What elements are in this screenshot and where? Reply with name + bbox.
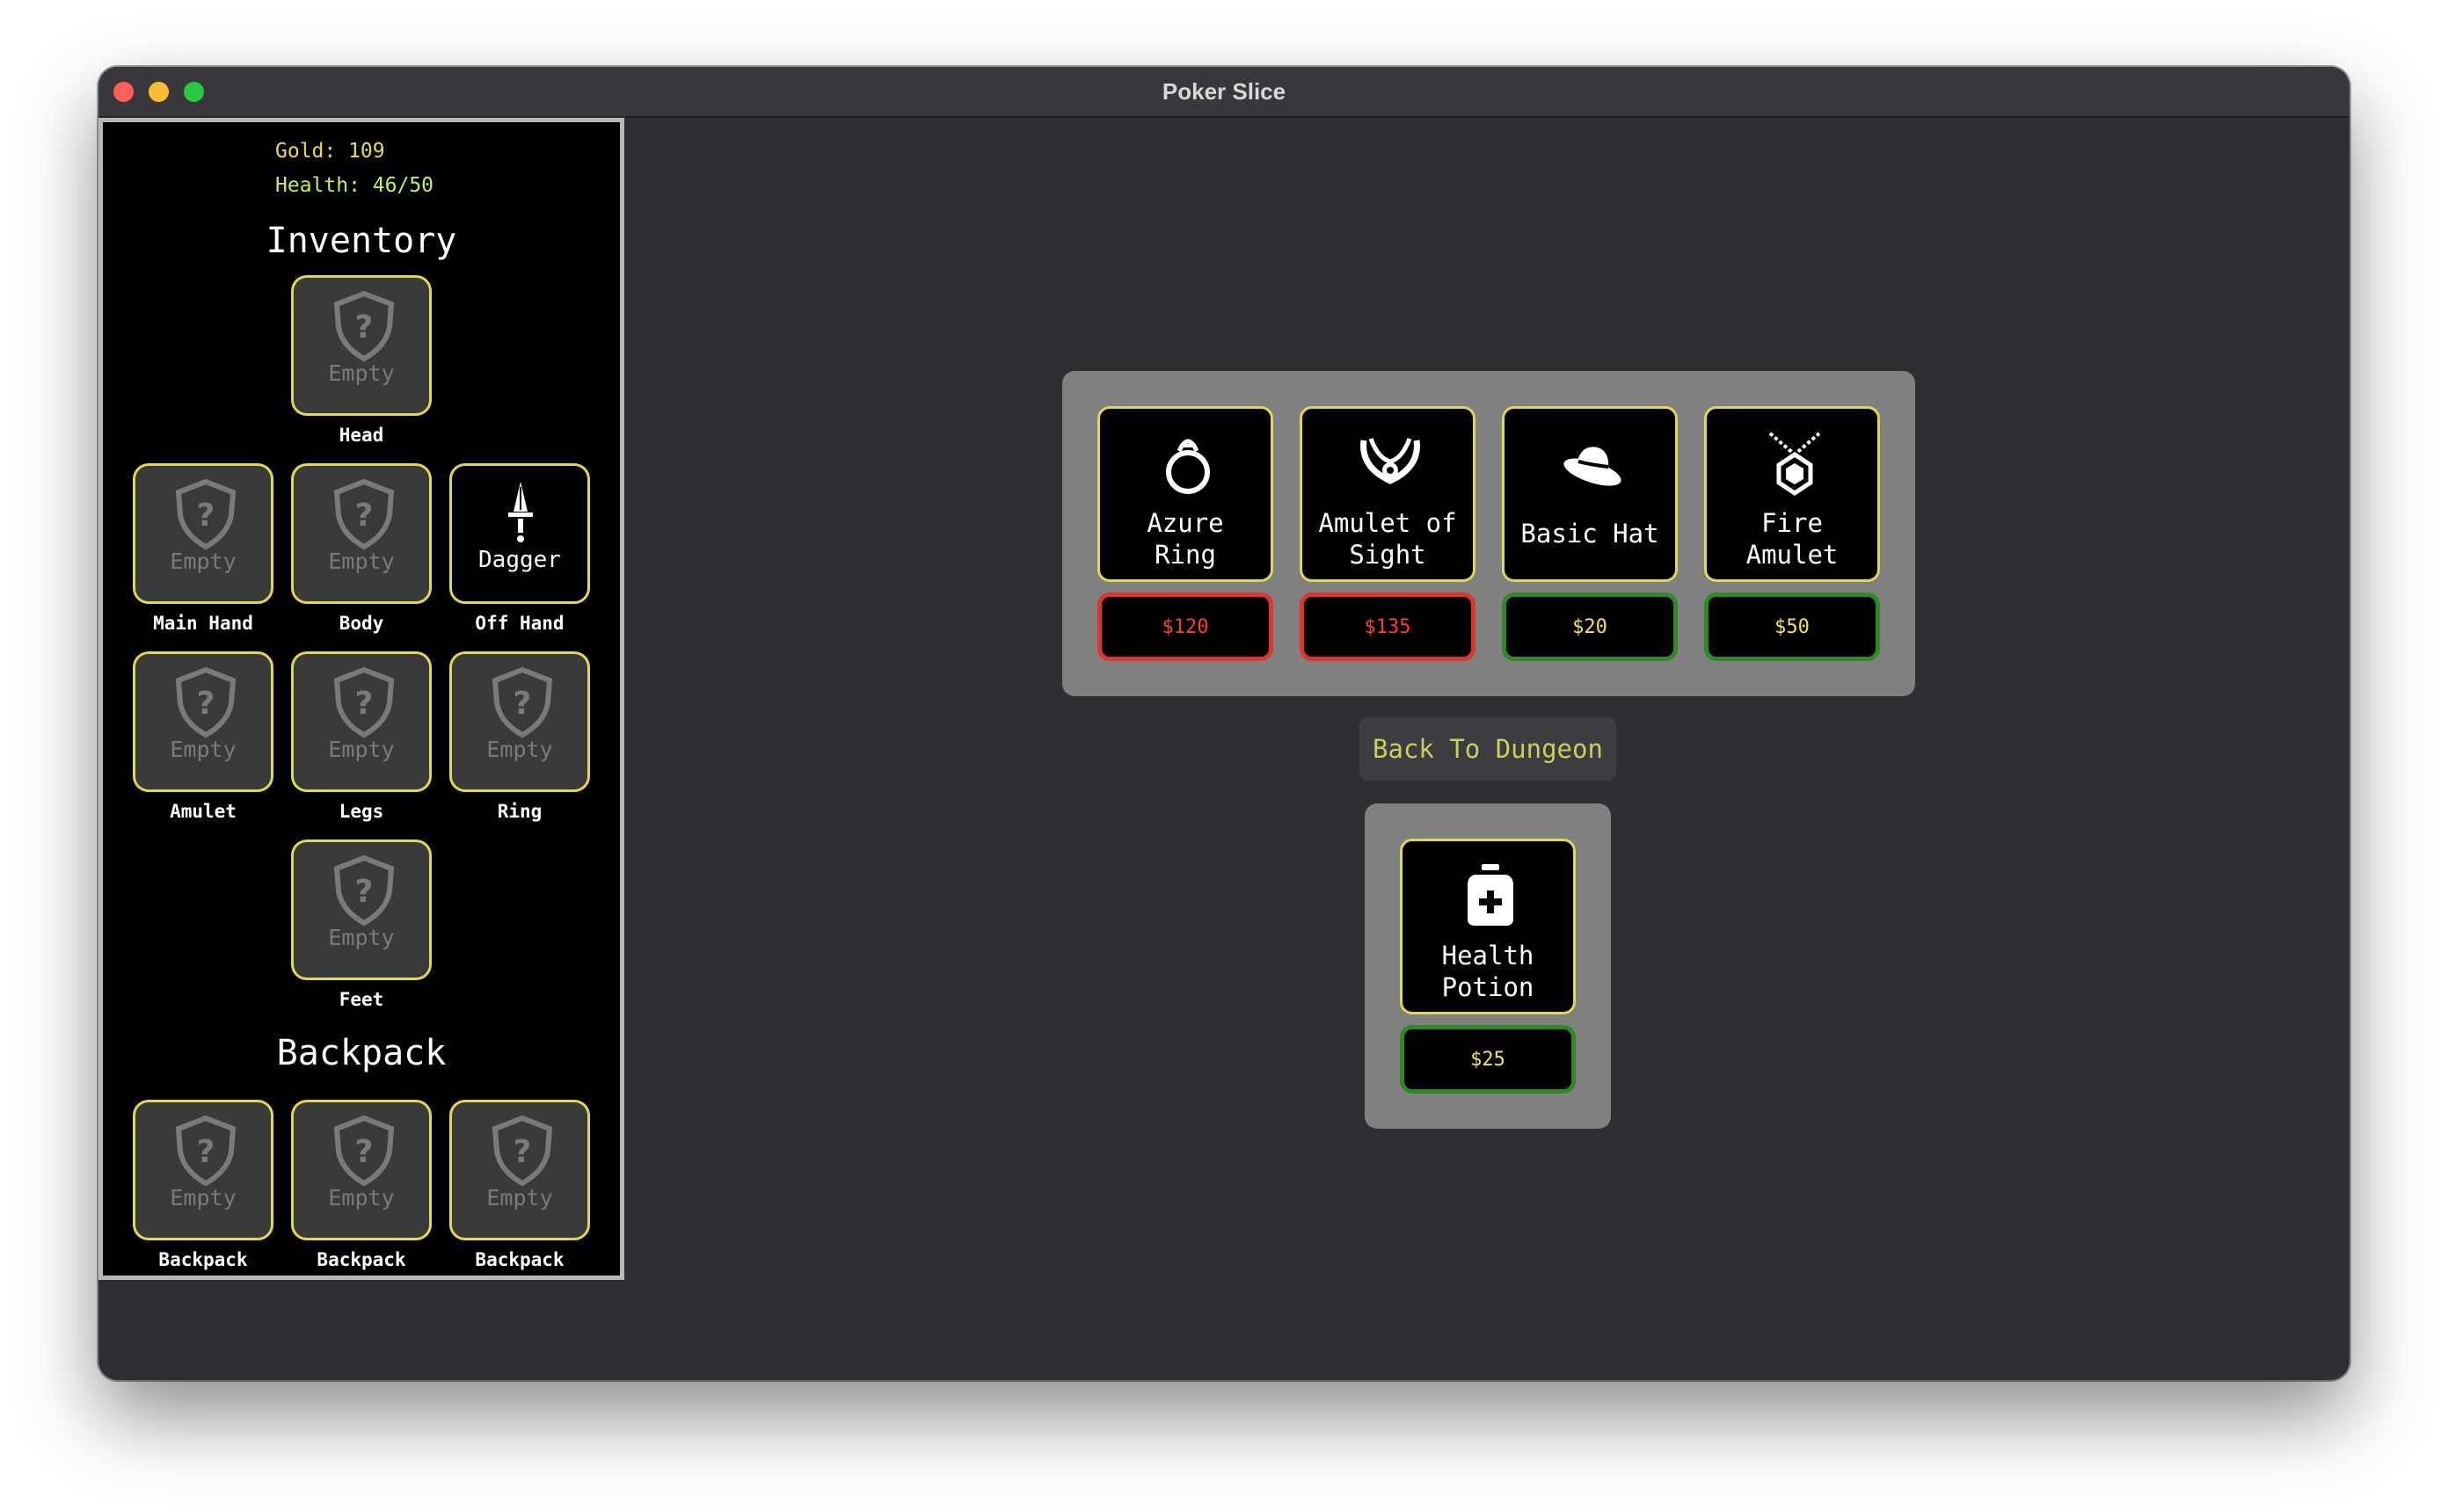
buy-button[interactable]: $120 <box>1097 592 1273 661</box>
backpack-heading: Backpack <box>276 1033 447 1073</box>
slot-item: Empty <box>170 1185 237 1210</box>
equip-slot-main-hand[interactable]: ? Empty <box>133 463 273 604</box>
item-name: Potion <box>1441 972 1534 1002</box>
back-to-dungeon-button[interactable]: Back To Dungeon <box>1359 717 1616 781</box>
empty-slot-icon: ? <box>333 1115 395 1187</box>
inventory-heading: Inventory <box>266 221 457 261</box>
backpack-slot[interactable]: ? Empty <box>291 1100 432 1240</box>
equip-slot-feet[interactable]: ? Empty <box>291 840 432 980</box>
equip-slot-off-hand[interactable]: Dagger <box>449 463 590 604</box>
buy-button[interactable]: $20 <box>1502 592 1678 661</box>
shop-item-card[interactable]: Azure Ring <box>1097 406 1273 582</box>
slot-label: Legs <box>339 801 384 822</box>
slot-item: Empty <box>328 737 395 762</box>
necklace-icon <box>1768 432 1821 497</box>
title-bar: Poker Slice <box>98 67 2350 118</box>
item-name: Azure <box>1147 508 1224 538</box>
empty-slot-icon: ? <box>333 666 395 738</box>
slot-label: Ring <box>497 801 543 822</box>
equip-slot-amulet[interactable]: ? Empty <box>133 651 273 792</box>
inventory-panel: Gold: 109 Health: 46/50 Inventory ? Empt… <box>98 118 624 1280</box>
empty-slot-icon: ? <box>175 478 237 550</box>
equip-slot-body[interactable]: ? Empty <box>291 463 432 604</box>
slot-item: Empty <box>170 549 237 574</box>
svg-text:?: ? <box>514 686 532 722</box>
slot-label: Amulet <box>170 801 237 822</box>
item-name: Ring <box>1155 540 1216 570</box>
amulet-icon <box>1360 438 1420 484</box>
item-name: Health <box>1441 941 1534 970</box>
window-title: Poker Slice <box>1162 78 1286 105</box>
empty-slot-icon: ? <box>492 666 553 738</box>
svg-text:?: ? <box>355 1134 374 1170</box>
slot-item: Empty <box>328 549 395 574</box>
slot-label: Main Hand <box>153 613 253 634</box>
potion-icon <box>1468 864 1513 926</box>
slot-label: Backpack <box>475 1249 565 1270</box>
hat-icon <box>1563 447 1621 486</box>
slot-label: Backpack <box>317 1249 406 1270</box>
slot-item: Empty <box>486 737 553 762</box>
svg-text:?: ? <box>197 1134 215 1170</box>
health-counter: Health: 46/50 <box>275 174 434 197</box>
shop-item-card[interactable]: Amulet of Sight <box>1300 406 1475 582</box>
backpack-slot[interactable]: ? Empty <box>133 1100 273 1240</box>
item-name: Amulet of <box>1318 508 1457 538</box>
slot-item: Empty <box>486 1185 553 1210</box>
slot-label: Backpack <box>158 1249 248 1270</box>
empty-slot-icon: ? <box>333 478 395 550</box>
svg-text:?: ? <box>355 498 374 534</box>
shop-item-card[interactable]: Basic Hat <box>1502 406 1678 582</box>
slot-label: Off Hand <box>475 613 565 634</box>
gold-counter: Gold: 109 <box>275 140 385 163</box>
buy-button[interactable]: $50 <box>1704 592 1880 661</box>
item-name: Fire <box>1761 508 1823 538</box>
empty-slot-icon: ? <box>175 1115 237 1187</box>
equip-slot-ring[interactable]: ? Empty <box>449 651 590 792</box>
slot-label: Head <box>339 425 384 446</box>
slot-item: Empty <box>328 925 395 950</box>
item-name: Basic Hat <box>1520 519 1659 549</box>
empty-slot-icon: ? <box>333 290 395 362</box>
svg-text:?: ? <box>355 874 374 910</box>
buy-button[interactable]: $135 <box>1300 592 1475 661</box>
empty-slot-icon: ? <box>492 1115 553 1187</box>
game-window: Poker Slice Gold: 109 Health: 46/50 Inve… <box>98 67 2350 1380</box>
ring-icon <box>1166 439 1210 494</box>
svg-text:?: ? <box>355 686 374 722</box>
dagger-icon <box>508 482 533 542</box>
empty-slot-icon: ? <box>333 854 395 927</box>
shop-item-card[interactable]: Health Potion <box>1400 839 1576 1014</box>
backpack-slot[interactable]: ? Empty <box>449 1100 590 1240</box>
buy-button[interactable]: $25 <box>1400 1025 1576 1094</box>
shop-panel: Azure Ring $120 Amulet of Sight $135 Bas… <box>1062 371 1915 696</box>
slot-item: Dagger <box>478 547 561 573</box>
svg-text:?: ? <box>197 498 215 534</box>
slot-label: Body <box>339 613 384 634</box>
slot-item: Empty <box>328 360 395 386</box>
shop-item-card[interactable]: Fire Amulet <box>1704 406 1880 582</box>
svg-text:?: ? <box>514 1134 532 1170</box>
slot-item: Empty <box>328 1185 395 1210</box>
equip-slot-head[interactable]: ? Empty <box>291 275 432 416</box>
svg-text:?: ? <box>197 686 215 722</box>
item-name: Amulet <box>1745 540 1839 570</box>
consumables-panel: Health Potion $25 <box>1365 803 1611 1129</box>
item-name: Sight <box>1349 540 1426 570</box>
equip-slot-legs[interactable]: ? Empty <box>291 651 432 792</box>
svg-text:?: ? <box>355 309 374 345</box>
slot-item: Empty <box>170 737 237 762</box>
empty-slot-icon: ? <box>175 666 237 738</box>
slot-label: Feet <box>339 989 384 1010</box>
